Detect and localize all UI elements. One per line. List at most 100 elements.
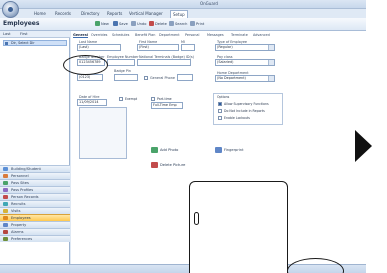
stage: OnGuard Home Records Directory Reports V… [0,0,387,273]
nav-item-building-student[interactable]: Building/Student [0,165,70,172]
profile-icon [3,188,8,192]
toolbar-new-button[interactable]: New [95,20,109,28]
undo-icon [131,21,136,26]
visit-icon [3,209,8,213]
tree-row-label: Dir, Select Dir [11,41,35,45]
record-icon [3,195,8,199]
toolbar-save-button[interactable]: Save [113,20,128,28]
column-first[interactable]: First [20,32,28,36]
toolbar-search-label: Search [175,22,188,26]
nav-item-property[interactable]: Property [0,221,70,228]
ribbon-tab-home[interactable]: Home [32,10,48,18]
national-terminal-id-input[interactable] [137,59,191,66]
nav-item-person-records[interactable]: Person Records [0,193,70,200]
pay-class-select[interactable]: (Salaried) [215,59,275,66]
window-title: OnGuard [200,1,218,6]
employee-photo [79,107,127,159]
preferences-icon [3,237,8,241]
exempt-label: Exempt [125,97,138,101]
app-menu-button[interactable] [2,1,19,18]
date-of-hire-input[interactable]: 11/09/2014 [77,99,107,106]
mi-input[interactable] [181,44,195,51]
property-icon [3,223,8,227]
tree-row-selected[interactable]: Dir, Select Dir [3,40,67,46]
toolbar-print-button[interactable]: Print [190,20,204,28]
options-group: Options Allow Supervisory Functions Do N… [213,93,283,125]
general-phone-input[interactable] [177,74,193,81]
general-phone-label: General Phone [150,76,175,80]
add-photo-icon [151,147,158,153]
folder-icon [5,42,8,45]
recruit-icon [3,202,8,206]
employee-type-select[interactable]: (Regular) [215,44,275,51]
tab-terminate[interactable]: Terminate [231,32,248,38]
nav-item-employees[interactable]: Employees [0,214,70,221]
toolbar-undo-button[interactable]: Undo [131,20,146,28]
nav-item-personnel[interactable]: Personnel [0,172,70,179]
part-time-checkbox[interactable] [151,97,155,101]
employee-number-input[interactable] [107,59,135,66]
exclude-reports-checkbox[interactable] [218,109,222,113]
new-icon [95,21,100,26]
badge-number-highlight [63,55,108,75]
id-badge-card-illustration [189,181,288,273]
exempt-checkbox[interactable] [119,97,123,101]
enable-lockouts-checkbox[interactable] [218,116,222,120]
ribbon-tab-setup[interactable]: Setup [170,10,188,18]
tab-messages[interactable]: Messages [207,32,224,38]
fingerprint-button[interactable]: Fingerprint [215,147,244,153]
nav-item-preferences[interactable]: Preferences [0,235,70,242]
tab-benefit-plan[interactable]: Benefit Plan [135,32,155,38]
tab-general[interactable]: General [73,32,88,38]
nav-item-pass-profiles[interactable]: Pass Profiles [0,186,70,193]
nav-item-alarms[interactable]: Alarms [0,228,70,235]
employee-icon [3,216,8,220]
tab-advanced[interactable]: Advanced [253,32,270,38]
nav-item-pass-sites[interactable]: Pass Sites [0,179,70,186]
tab-personal[interactable]: Personal [185,32,199,38]
badge-pin-input[interactable]: (0123) [77,74,103,81]
ribbon-tab-records[interactable]: Records [53,10,73,18]
toolbar-delete-button[interactable]: Delete [149,20,167,28]
nav-item-recruits[interactable]: Recruits [0,200,70,207]
ribbon-tab-directory[interactable]: Directory [79,10,101,18]
options-title: Options [217,95,230,99]
nav-label: Preferences [11,237,33,241]
pin-confirm-input[interactable] [114,74,138,81]
sidebar-column-header: Last First [0,31,70,38]
search-icon [169,21,174,26]
nav-item-visits[interactable]: Visits [0,207,70,214]
fingerprint-icon [215,147,222,153]
general-phone-checkbox[interactable] [144,76,148,80]
part-time-label: Part-time [157,97,172,101]
column-last[interactable]: Last [3,32,11,36]
allow-supervisory-label: Allow Supervisory Functions [224,102,269,106]
first-name-input[interactable]: (First) [137,44,179,51]
last-name-input[interactable]: (Last) [77,44,121,51]
toolbar-print-label: Print [196,22,205,26]
tab-schedules[interactable]: Schedules [112,32,129,38]
alarm-icon [3,230,8,234]
delete-icon [149,21,154,26]
person-icon [3,174,8,178]
toolbar-save-label: Save [119,22,128,26]
page-title: Employees [3,20,40,27]
allow-supervisory-checkbox[interactable] [218,102,222,106]
app-window: OnGuard Home Records Directory Reports V… [0,0,366,273]
home-department-select[interactable]: (No Department) [215,75,275,82]
right-arrow-icon [355,130,372,162]
ribbon-tab-reports[interactable]: Reports [105,10,124,18]
fingerprint-label: Fingerprint [224,148,244,152]
delete-picture-button[interactable]: Delete Picture [151,162,185,168]
toolbar-search-button[interactable]: Search [169,20,187,28]
full-time-field[interactable]: Full-Time Emp [151,102,183,109]
building-icon [3,167,8,171]
add-photo-button[interactable]: Add Photo [151,147,178,153]
save-icon [113,21,118,26]
enable-lockouts-label: Enable Lockouts [224,116,250,120]
toolbar-undo-label: Undo [137,22,147,26]
tab-overrides[interactable]: Overrides [91,32,107,38]
delete-picture-label: Delete Picture [160,163,186,167]
ribbon-tab-vertical-manager[interactable]: Vertical Manager [127,10,165,18]
tab-department[interactable]: Department [159,32,180,38]
